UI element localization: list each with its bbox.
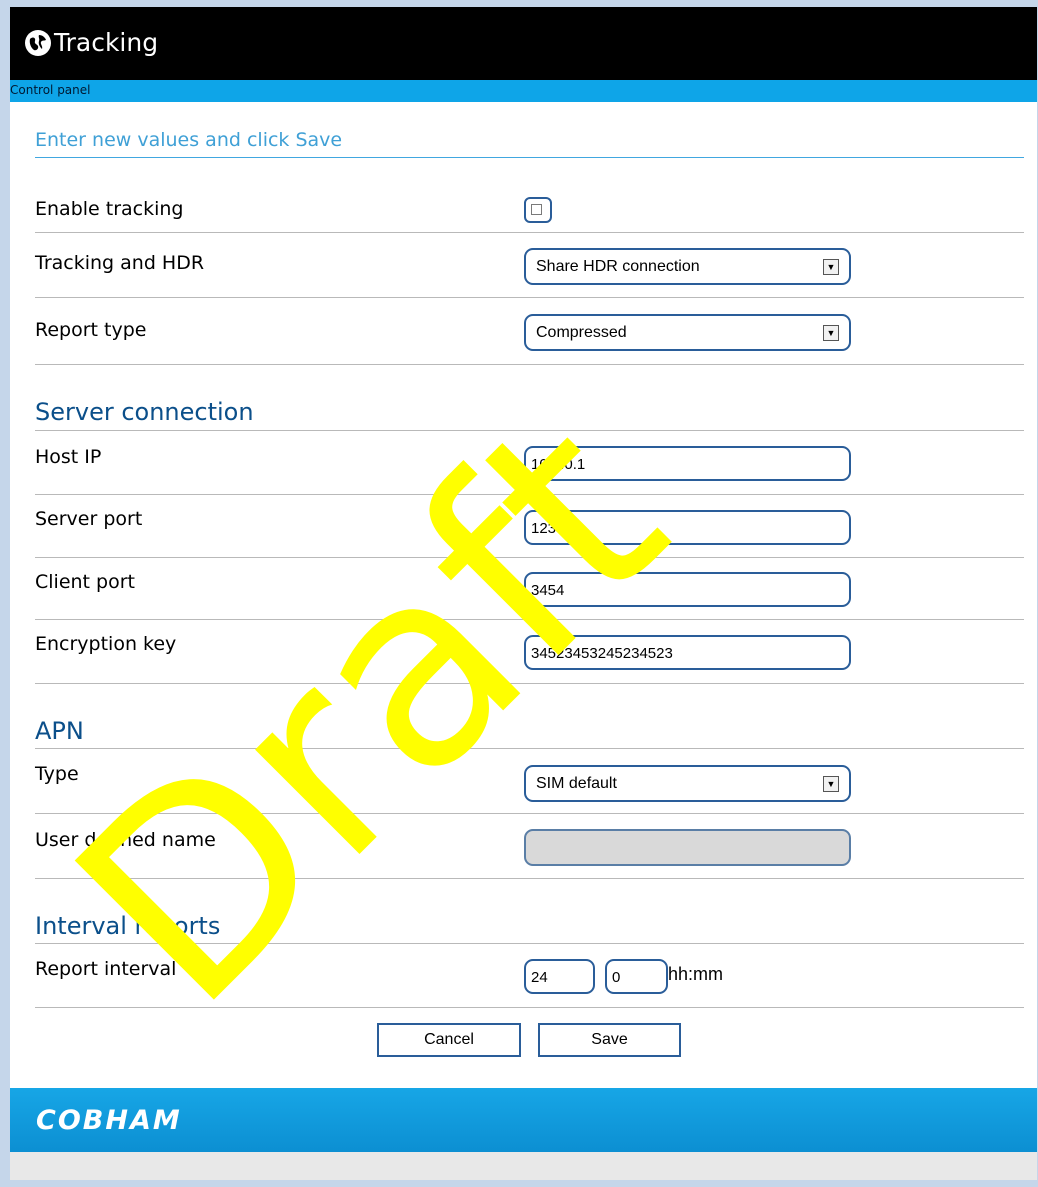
- report-interval-minutes-field[interactable]: 0: [605, 959, 668, 994]
- dropdown-arrow-icon[interactable]: ▼: [823, 776, 839, 792]
- encryption-key-label: Encryption key: [35, 633, 177, 655]
- report-interval-hours-field[interactable]: 24: [524, 959, 595, 994]
- server-port-value: 1234: [531, 520, 565, 537]
- row-divider: [35, 878, 1024, 879]
- report-type-select[interactable]: Compressed ▼: [524, 314, 851, 351]
- client-port-label: Client port: [35, 571, 135, 593]
- apn-heading: APN: [35, 717, 84, 745]
- globe-icon: [25, 30, 51, 56]
- save-button[interactable]: Save: [538, 1023, 681, 1057]
- host-ip-value: 10.0.0.1: [531, 456, 586, 473]
- apn-type-select[interactable]: SIM default ▼: [524, 765, 851, 802]
- host-ip-field[interactable]: 10.0.0.1: [524, 446, 851, 481]
- section-divider: [35, 430, 1024, 431]
- report-interval-hours-value: 24: [531, 969, 548, 986]
- row-divider: [35, 557, 1024, 558]
- report-type-value: Compressed: [536, 324, 627, 341]
- report-interval-label: Report interval: [35, 958, 177, 980]
- report-interval-unit: hh:mm: [668, 964, 724, 984]
- row-divider: [35, 619, 1024, 620]
- dropdown-arrow-icon[interactable]: ▼: [823, 325, 839, 341]
- row-divider: [35, 1007, 1024, 1008]
- section-divider: [35, 943, 1024, 944]
- server-port-label: Server port: [35, 508, 143, 530]
- title-bar: Tracking: [10, 7, 1037, 80]
- row-divider: [35, 364, 1024, 365]
- user-defined-name-label: User defined name: [35, 829, 216, 851]
- control-panel-window: Tracking Control panel Enter new values …: [10, 7, 1037, 1180]
- form-instructions: Enter new values and click Save: [35, 129, 343, 151]
- interval-reports-heading: Interval reports: [35, 912, 221, 940]
- server-port-field[interactable]: 1234: [524, 510, 851, 545]
- encryption-key-value: 34523453245234523: [531, 645, 673, 662]
- section-divider: [35, 748, 1024, 749]
- status-strip: [10, 1152, 1037, 1180]
- cancel-button[interactable]: Cancel: [377, 1023, 521, 1057]
- tracking-hdr-label: Tracking and HDR: [35, 252, 205, 274]
- footer-bar: COBHAM: [10, 1088, 1037, 1152]
- report-interval-minutes-value: 0: [612, 969, 621, 986]
- row-divider: [35, 232, 1024, 233]
- apn-type-value: SIM default: [536, 775, 617, 792]
- apn-type-label: Type: [35, 763, 79, 785]
- row-divider: [35, 494, 1024, 495]
- tracking-hdr-select[interactable]: Share HDR connection ▼: [524, 248, 851, 285]
- client-port-value: 3454: [531, 582, 565, 599]
- user-defined-name-field[interactable]: [524, 829, 851, 866]
- row-divider: [35, 813, 1024, 814]
- breadcrumb-bar: Control panel: [10, 80, 1037, 102]
- brand-logo: COBHAM: [36, 1105, 182, 1136]
- report-type-label: Report type: [35, 319, 147, 341]
- enable-tracking-checkbox[interactable]: [524, 197, 552, 223]
- breadcrumb: Control panel: [10, 83, 91, 97]
- encryption-key-field[interactable]: 34523453245234523: [524, 635, 851, 670]
- client-port-field[interactable]: 3454: [524, 572, 851, 607]
- host-ip-label: Host IP: [35, 446, 102, 468]
- tracking-hdr-value: Share HDR connection: [536, 258, 700, 275]
- row-divider: [35, 297, 1024, 298]
- enable-tracking-label: Enable tracking: [35, 198, 184, 220]
- page-title: Tracking: [54, 28, 159, 57]
- row-divider: [35, 683, 1024, 684]
- intro-divider: [35, 157, 1024, 158]
- server-connection-heading: Server connection: [35, 398, 254, 426]
- dropdown-arrow-icon[interactable]: ▼: [823, 259, 839, 275]
